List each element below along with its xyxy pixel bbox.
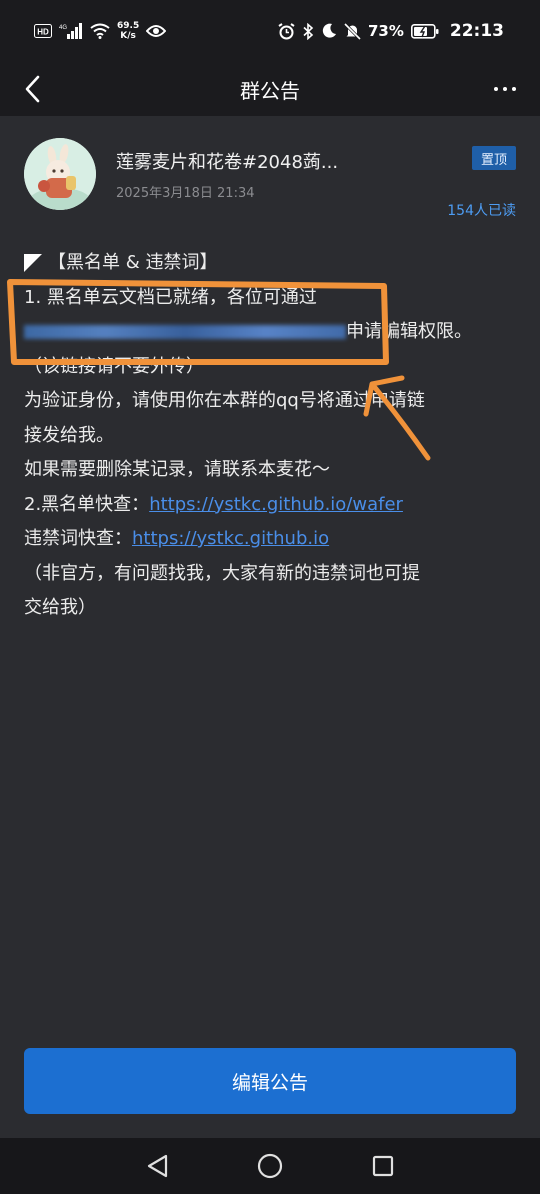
announcement-content: 莲雾麦片和花卷#2048蒟... 2025年3月18日 21:34 置顶 154… bbox=[0, 116, 540, 1138]
body-line-2-suffix: 申请编辑权限。 bbox=[346, 321, 472, 342]
moon-icon bbox=[322, 23, 336, 38]
announcement-body: 【黑名单 & 违禁词】 1. 黑名单云文档已就绪，各位可通过 申请编辑权限。 （… bbox=[24, 246, 516, 626]
nav-recents-button[interactable] bbox=[363, 1146, 403, 1186]
banned-words-link[interactable]: https://ystkc.github.io bbox=[132, 528, 329, 549]
nav-bar: 群公告 bbox=[0, 62, 540, 116]
status-bar: HD 4G 69.5 K/s 73% 22:13 bbox=[0, 0, 540, 62]
mute-bell-icon bbox=[343, 22, 361, 40]
banned-words-label: 违禁词快查： bbox=[24, 528, 132, 549]
network-speed: 69.5 K/s bbox=[117, 21, 139, 41]
nav-back-button[interactable] bbox=[137, 1146, 177, 1186]
status-right: 73% 22:13 bbox=[278, 21, 504, 41]
more-dot-icon bbox=[512, 87, 516, 91]
svg-text:HD: HD bbox=[37, 28, 49, 37]
body-line-3: （该链接请不要外传） bbox=[24, 355, 204, 377]
system-nav-bar bbox=[0, 1138, 540, 1194]
svg-text:4G: 4G bbox=[59, 25, 67, 31]
circle-home-icon bbox=[257, 1153, 283, 1179]
chevron-left-icon bbox=[25, 75, 40, 103]
body-line-8: 违禁词快查：https://ystkc.github.io bbox=[24, 522, 516, 557]
battery-percent: 73% bbox=[367, 22, 404, 40]
body-line-4: 为验证身份，请使用你在本群的qq号将通过申请链 bbox=[24, 390, 425, 411]
alarm-icon bbox=[278, 22, 295, 39]
body-line-6: 如果需要删除某记录，请联系本麦花～ bbox=[24, 459, 330, 480]
body-line-10: 交给我） bbox=[24, 597, 96, 618]
triangle-back-icon bbox=[147, 1154, 167, 1178]
body-line-2: 申请编辑权限。 bbox=[24, 315, 516, 350]
nav-home-button[interactable] bbox=[250, 1146, 290, 1186]
blacklist-label: 2.黑名单快查： bbox=[24, 493, 150, 515]
more-dot-icon bbox=[494, 87, 498, 91]
body-line-7: 2.黑名单快查：https://ystkc.github.io/wafer bbox=[24, 488, 516, 523]
eye-icon bbox=[146, 25, 167, 37]
edit-announcement-button[interactable]: 编辑公告 bbox=[24, 1048, 516, 1114]
square-recents-icon bbox=[373, 1155, 394, 1177]
back-button[interactable] bbox=[14, 70, 50, 108]
announcement-title-line: 【黑名单 & 违禁词】 bbox=[24, 246, 516, 281]
post-timestamp: 2025年3月18日 21:34 bbox=[116, 186, 255, 201]
hd-icon: HD bbox=[34, 24, 52, 38]
battery-icon bbox=[410, 23, 439, 39]
body-line-9: （非官方，有问题找我，大家有新的违禁词也可提 bbox=[24, 562, 420, 584]
group-avatar[interactable] bbox=[24, 138, 96, 210]
pinned-badge: 置顶 bbox=[472, 146, 516, 170]
redacted-link[interactable] bbox=[24, 325, 346, 339]
blacklist-link[interactable]: https://ystkc.github.io/wafer bbox=[149, 494, 403, 515]
body-line-5: 接发给我。 bbox=[24, 424, 114, 446]
status-left: HD 4G 69.5 K/s bbox=[34, 21, 167, 41]
bluetooth-icon bbox=[303, 22, 314, 40]
speed-value: 69.5 bbox=[117, 21, 140, 31]
clock: 22:13 bbox=[449, 21, 504, 41]
read-count[interactable]: 154人已读 bbox=[447, 200, 516, 220]
body-line-1: 1. 黑名单云文档已就绪，各位可通过 bbox=[24, 286, 317, 308]
avatar-illustration bbox=[24, 138, 96, 210]
post-header: 莲雾麦片和花卷#2048蒟... 2025年3月18日 21:34 置顶 154… bbox=[24, 138, 516, 219]
more-dot-icon bbox=[503, 87, 507, 91]
corner-triangle-icon bbox=[24, 254, 42, 273]
signal-icon: 4G bbox=[59, 23, 82, 39]
announcement-title: 【黑名单 & 违禁词】 bbox=[48, 252, 218, 273]
group-name[interactable]: 莲雾麦片和花卷#2048蒟... bbox=[116, 148, 338, 174]
speed-unit: K/s bbox=[120, 31, 136, 41]
page-title: 群公告 bbox=[240, 78, 300, 103]
more-options-button[interactable] bbox=[488, 72, 522, 106]
wifi-icon bbox=[90, 23, 110, 39]
